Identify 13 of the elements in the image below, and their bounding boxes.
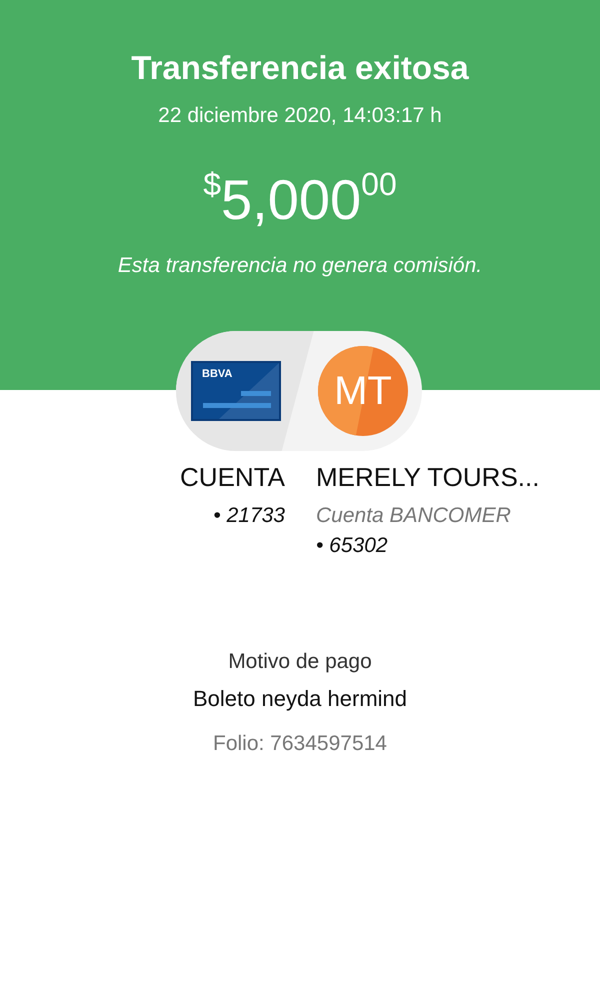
folio: Folio: 7634597514 (213, 731, 387, 757)
title: Transferencia exitosa (131, 48, 469, 88)
commission-note: Esta transferencia no genera comisión. (118, 252, 482, 278)
recipient-bank: Cuenta BANCOMER (316, 503, 511, 529)
initials-avatar: MT (318, 346, 408, 436)
date-time: 22 diciembre 2020, 14:03:17 h (158, 103, 442, 129)
origin-name: CUENTA (180, 461, 285, 494)
origin-account: • 21733 (213, 503, 285, 529)
recipient-account: • 65302 (316, 533, 388, 559)
payment-reason-label: Motivo de pago (228, 649, 372, 675)
recipient-name: MERELY TOURS... (316, 461, 540, 494)
payment-reason: Boleto neyda hermind (192, 685, 408, 713)
card-brand: BBVA (202, 369, 232, 380)
